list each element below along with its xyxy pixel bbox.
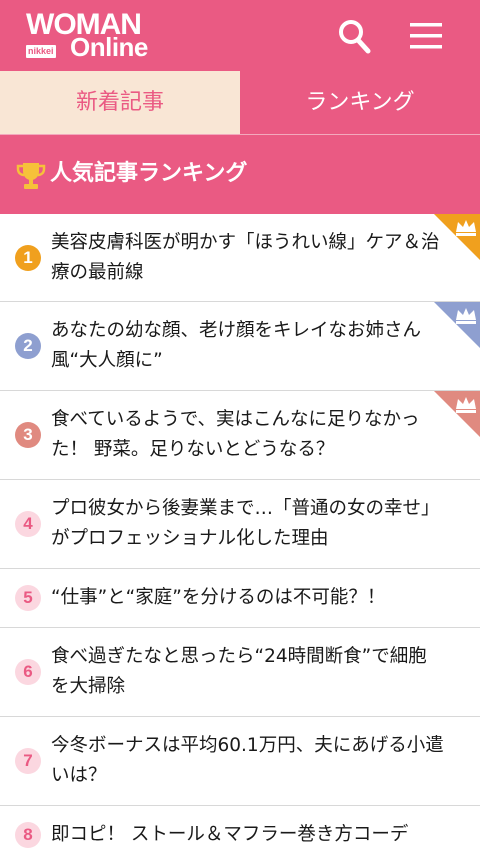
list-item[interactable]: 1 美容皮膚科医が明かす「ほうれい線」ケア＆治療の最前線 bbox=[0, 214, 480, 302]
article-title-link[interactable]: “仕事”と“家庭”を分けるのは不可能？！ bbox=[51, 583, 444, 613]
list-item[interactable]: 5 “仕事”と“家庭”を分けるのは不可能？！ bbox=[0, 569, 480, 628]
ranking-section-header: 人気記事ランキング bbox=[0, 134, 480, 214]
article-title-link[interactable]: 食べ過ぎたなと思ったら“24時間断食”で細胞を大掃除 bbox=[51, 642, 444, 702]
article-title-link[interactable]: 今冬ボーナスは平均60.1万円、夫にあげる小遣いは？ bbox=[51, 731, 444, 791]
rank-badge: 6 bbox=[15, 659, 41, 685]
rank-badge: 2 bbox=[15, 333, 41, 359]
woman-online-logo[interactable]: WOMAN nikkei Online bbox=[26, 10, 150, 60]
ranking-list: 1 美容皮膚科医が明かす「ほうれい線」ケア＆治療の最前線 2 あなたの幼な顔、老け顔を… bbox=[0, 214, 480, 852]
article-title-link[interactable]: 食べているようで、実はこんなに足りなかった！ 野菜。足りないとどうなる？ bbox=[51, 405, 444, 465]
list-item[interactable]: 7 今冬ボーナスは平均60.1万円、夫にあげる小遣いは？ bbox=[0, 717, 480, 806]
menu-button[interactable] bbox=[406, 14, 448, 58]
article-title-link[interactable]: プロ彼女から後妻業まで…「普通の女の幸せ」がプロフェッショナル化した理由 bbox=[51, 494, 444, 554]
crown-silver-icon bbox=[434, 302, 480, 348]
tab-bar: 新着記事 ランキング bbox=[0, 71, 480, 134]
hamburger-menu-icon bbox=[410, 23, 442, 49]
rank-badge: 1 bbox=[15, 245, 41, 271]
article-title-link[interactable]: あなたの幼な顔、老け顔をキレイなお姉さん風“大人顔に” bbox=[51, 316, 444, 376]
article-title-link[interactable]: 美容皮膚科医が明かす「ほうれい線」ケア＆治療の最前線 bbox=[51, 228, 444, 288]
crown-gold-icon bbox=[434, 214, 480, 260]
search-button[interactable] bbox=[334, 14, 376, 58]
section-title: 人気記事ランキング bbox=[50, 161, 248, 186]
list-item[interactable]: 6 食べ過ぎたなと思ったら“24時間断食”で細胞を大掃除 bbox=[0, 628, 480, 717]
tab-ranking[interactable]: ランキング bbox=[240, 71, 480, 134]
trophy-icon bbox=[16, 163, 46, 189]
article-title-link[interactable]: 即コピ！ ストール＆マフラー巻き方コーデ bbox=[51, 820, 444, 850]
logo-text-bottom: Online bbox=[70, 32, 148, 62]
rank-badge: 3 bbox=[15, 422, 41, 448]
rank-badge: 7 bbox=[15, 748, 41, 774]
list-item[interactable]: 4 プロ彼女から後妻業まで…「普通の女の幸せ」がプロフェッショナル化した理由 bbox=[0, 480, 480, 569]
logo-nikkei-badge: nikkei bbox=[26, 45, 56, 58]
list-item[interactable]: 2 あなたの幼な顔、老け顔をキレイなお姉さん風“大人顔に” bbox=[0, 302, 480, 391]
search-icon bbox=[339, 20, 371, 54]
list-item[interactable]: 3 食べているようで、実はこんなに足りなかった！ 野菜。足りないとどうなる？ bbox=[0, 391, 480, 480]
list-item[interactable]: 8 即コピ！ ストール＆マフラー巻き方コーデ bbox=[0, 806, 480, 852]
rank-badge: 5 bbox=[15, 585, 41, 611]
tab-new-articles[interactable]: 新着記事 bbox=[0, 71, 240, 134]
rank-badge: 8 bbox=[15, 822, 41, 848]
rank-badge: 4 bbox=[15, 511, 41, 537]
crown-bronze-icon bbox=[434, 391, 480, 437]
app-header: WOMAN nikkei Online bbox=[0, 0, 480, 71]
